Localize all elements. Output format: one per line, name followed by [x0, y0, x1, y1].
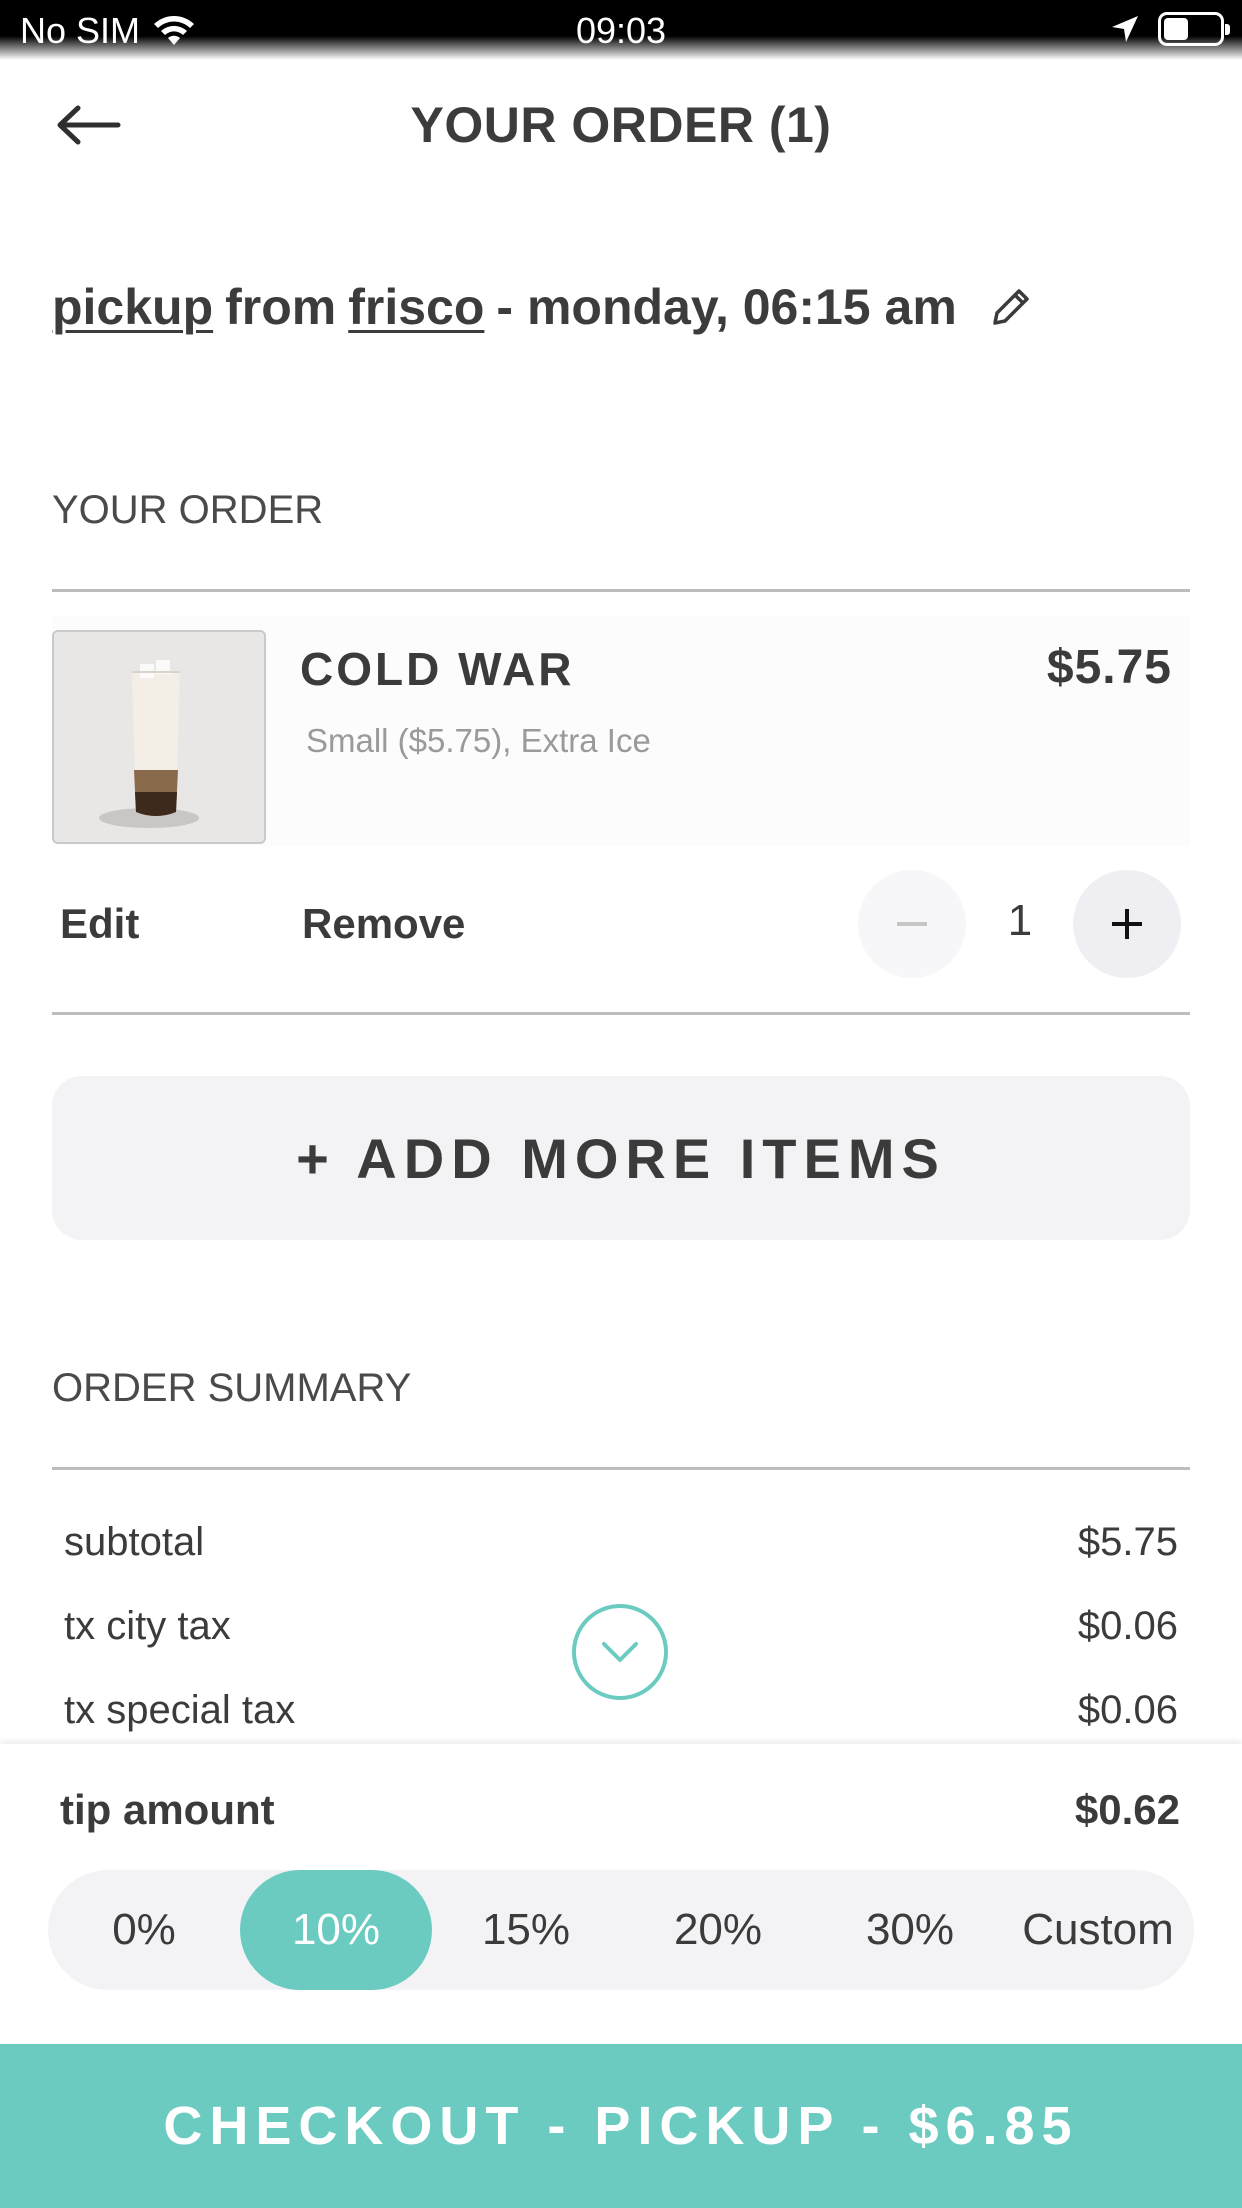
- status-time: 09:03: [575, 10, 667, 51]
- remove-item-button[interactable]: Remove: [302, 900, 465, 948]
- chevron-down-icon: [602, 1642, 638, 1662]
- tip-option-10-selected[interactable]: 10%: [240, 1870, 432, 1990]
- summary-row-subtotal: subtotal $5.75: [64, 1520, 1178, 1565]
- summary-value: $0.06: [1077, 1688, 1178, 1732]
- tip-option-30[interactable]: 30%: [838, 1870, 982, 1990]
- item-modifiers: Small ($5.75), Extra Ice: [306, 722, 651, 759]
- plus-icon: [1112, 909, 1142, 939]
- tip-option-0[interactable]: 0%: [72, 1870, 216, 1990]
- status-right: [1110, 12, 1230, 46]
- order-summary-heading: ORDER SUMMARY: [52, 1366, 412, 1410]
- summary-value: $0.06: [1077, 1604, 1178, 1648]
- your-order-heading: YOUR ORDER: [52, 488, 324, 532]
- item-name: COLD WAR: [300, 643, 575, 695]
- summary-label: subtotal: [64, 1520, 205, 1564]
- edit-item-button[interactable]: Edit: [60, 900, 139, 948]
- item-image: [52, 630, 266, 844]
- add-more-items-button[interactable]: + ADD MORE ITEMS: [52, 1076, 1190, 1240]
- summary-label: tx special tax: [64, 1688, 296, 1732]
- pencil-icon[interactable]: [987, 283, 1035, 331]
- minus-icon: [897, 922, 927, 926]
- location-arrow-icon: [1112, 16, 1138, 42]
- divider: [52, 1012, 1190, 1015]
- battery-icon: [1158, 12, 1230, 46]
- tip-amount-value: $0.62: [1074, 1786, 1180, 1833]
- item-price: $5.75: [1046, 641, 1172, 694]
- tip-option-20[interactable]: 20%: [646, 1870, 790, 1990]
- iced-coffee-image: [54, 632, 264, 842]
- pickup-time-text: - monday, 06:15 am: [496, 279, 957, 335]
- scroll-down-button[interactable]: [572, 1604, 668, 1700]
- checkout-button[interactable]: CHECKOUT - PICKUP - $6.85: [0, 2044, 1242, 2208]
- increase-quantity-button[interactable]: [1073, 870, 1181, 978]
- divider: [52, 1467, 1190, 1470]
- pickup-mode-link[interactable]: pickup: [52, 278, 213, 336]
- pickup-from-text: from: [225, 279, 337, 335]
- decrease-quantity-button[interactable]: [858, 870, 966, 978]
- page-title: YOUR ORDER (1): [410, 97, 832, 153]
- pickup-location-link[interactable]: frisco: [348, 278, 484, 336]
- divider: [52, 589, 1190, 592]
- quantity-value: 1: [1007, 896, 1033, 945]
- tip-amount-label: tip amount: [60, 1786, 275, 1833]
- tip-option-custom[interactable]: Custom: [1010, 1870, 1186, 1990]
- summary-label: tx city tax: [64, 1604, 231, 1648]
- tip-option-15[interactable]: 15%: [454, 1870, 598, 1990]
- summary-value: $5.75: [1077, 1520, 1178, 1564]
- pickup-info: pickup from frisco - monday, 06:15 am: [52, 278, 1035, 336]
- status-bar: No SIM 09:03: [0, 0, 1242, 60]
